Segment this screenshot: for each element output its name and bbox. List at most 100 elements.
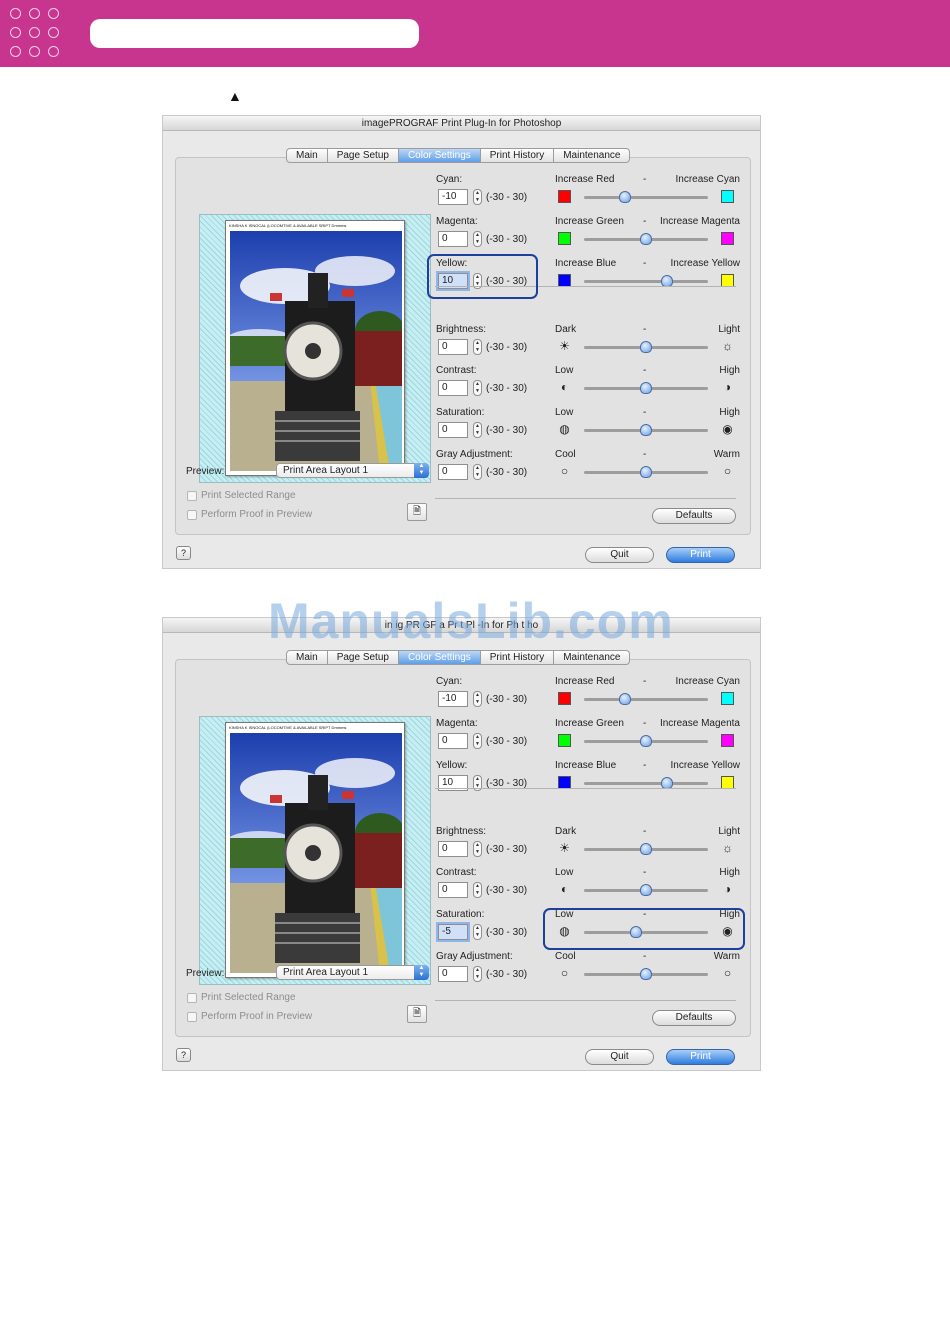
brightness-slider-knob[interactable] (640, 341, 652, 353)
header-bar (0, 0, 950, 67)
low-contrast-icon: ◐ (560, 380, 569, 394)
tab-main[interactable]: Main (286, 148, 328, 163)
cool-icon: ○ (560, 464, 569, 478)
perform-proof-checkbox[interactable] (187, 510, 197, 520)
tab-print-history[interactable]: Print History (480, 650, 555, 665)
cyan-slider-knob[interactable] (619, 693, 632, 705)
saturation-slider-knob[interactable] (640, 424, 652, 436)
triangle-marker-icon: ▲ (228, 88, 242, 104)
separator (435, 498, 736, 499)
cyan-slider-track[interactable] (584, 196, 708, 199)
magenta-slider-knob[interactable] (640, 233, 652, 245)
magenta-slider-knob[interactable] (640, 735, 652, 747)
tab-maintenance[interactable]: Maintenance (554, 650, 631, 665)
saturation-highlight-box (543, 908, 745, 950)
tab-bar: Main Page Setup Color Settings Print Histor… (286, 148, 631, 163)
preview-select[interactable]: Print Area Layout 1 ▲ ▼ (276, 463, 429, 478)
tab-color-settings[interactable]: Color Settings (398, 650, 481, 665)
defaults-button[interactable]: Defaults (652, 508, 736, 524)
help-icon[interactable]: ? (176, 1048, 191, 1062)
help-icon[interactable]: ? (176, 546, 191, 560)
center-mark: - (643, 449, 647, 460)
magenta-stepper[interactable]: ▲ ▼ (473, 231, 482, 247)
tab-main[interactable]: Main (286, 650, 328, 665)
cyan-stepper[interactable]: ▲ ▼ (473, 691, 482, 707)
quit-button[interactable]: Quit (585, 547, 654, 563)
contrast-stepper[interactable]: ▲ ▼ (473, 380, 482, 396)
cyan-field[interactable]: -10 (438, 691, 468, 707)
contrast-field[interactable]: 0 (438, 380, 468, 396)
saturation-stepper[interactable]: ▲ ▼ (473, 924, 482, 940)
yellow-right-label: Increase Yellow (670, 760, 741, 771)
cyan-slider-track[interactable] (584, 698, 708, 701)
cyan-slider-knob[interactable] (619, 191, 632, 203)
saturation-label: Saturation: (436, 407, 485, 418)
contrast-left-label: Low (555, 867, 574, 878)
brightness-label: Brightness: (436, 324, 487, 335)
perform-proof-label: Perform Proof in Preview (201, 1011, 313, 1022)
center-mark: - (643, 760, 647, 771)
saturation-field[interactable]: 0 (438, 422, 468, 438)
gray-adjustment-field[interactable]: 0 (438, 464, 468, 480)
tab-page-setup[interactable]: Page Setup (327, 650, 399, 665)
cyan-label: Cyan: (436, 174, 463, 185)
contrast-slider-knob[interactable] (640, 382, 652, 394)
saturation-label: Saturation: (436, 909, 485, 920)
locomotive-photo (230, 231, 402, 471)
light-sun-icon: ☼ (722, 339, 733, 353)
low-saturation-icon: ◍ (559, 422, 570, 436)
gray-adjustment-slider-knob[interactable] (640, 466, 652, 478)
proof-settings-button[interactable]: 🗎 (407, 503, 427, 521)
tab-color-settings[interactable]: Color Settings (398, 148, 481, 163)
saturation-stepper[interactable]: ▲ ▼ (473, 422, 482, 438)
gray-adjustment-field[interactable]: 0 (438, 966, 468, 982)
brightness-stepper[interactable]: ▲ ▼ (473, 339, 482, 355)
brightness-slider-knob[interactable] (640, 843, 652, 855)
yellow-label: Yellow: (436, 760, 468, 771)
red-swatch (558, 190, 571, 203)
brightness-field[interactable]: 0 (438, 339, 468, 355)
settings-panel: KINSHA K ISNOCAL (LOCOMTIVE & AVAILABLE … (175, 659, 751, 1037)
magenta-field[interactable]: 0 (438, 231, 468, 247)
gray-adjustment-stepper[interactable]: ▲ ▼ (473, 464, 482, 480)
tab-maintenance[interactable]: Maintenance (554, 148, 631, 163)
perform-proof-checkbox[interactable] (187, 1012, 197, 1022)
select-arrows-icon: ▲ ▼ (414, 965, 429, 980)
brightness-right-label: Light (718, 826, 740, 837)
brightness-left-label: Dark (555, 324, 577, 335)
print-selected-range-checkbox[interactable] (187, 491, 197, 501)
contrast-slider-knob[interactable] (640, 884, 652, 896)
saturation-field[interactable]: -5 (438, 924, 468, 940)
preview-paper: KINSHA K ISNOCAL (LOCOMTIVE & AVAILABLE … (225, 220, 405, 476)
tab-page-setup[interactable]: Page Setup (327, 148, 399, 163)
range-text: (-30 - 30) (486, 844, 528, 855)
gray-adjustment-stepper[interactable]: ▲ ▼ (473, 966, 482, 982)
cyan-stepper[interactable]: ▲ ▼ (473, 189, 482, 205)
magenta-stepper[interactable]: ▲ ▼ (473, 733, 482, 749)
print-button[interactable]: Print (666, 1049, 735, 1065)
brightness-field[interactable]: 0 (438, 841, 468, 857)
cyan-field[interactable]: -10 (438, 189, 468, 205)
defaults-button[interactable]: Defaults (652, 1010, 736, 1026)
proof-settings-button[interactable]: 🗎 (407, 1005, 427, 1023)
gray-adjustment-label: Gray Adjustment: (436, 951, 513, 962)
dark-sun-icon: ☀ (559, 841, 570, 855)
contrast-field[interactable]: 0 (438, 882, 468, 898)
contrast-right-label: High (719, 867, 740, 878)
contrast-stepper[interactable]: ▲ ▼ (473, 882, 482, 898)
magenta-field[interactable]: 0 (438, 733, 468, 749)
gray-adjustment-slider-knob[interactable] (640, 968, 652, 980)
range-text: (-30 - 30) (486, 342, 528, 353)
light-sun-icon: ☼ (722, 841, 733, 855)
yellow-slider-track[interactable] (584, 280, 708, 283)
print-selected-range-checkbox[interactable] (187, 993, 197, 1003)
center-mark: - (643, 216, 647, 227)
print-button[interactable]: Print (666, 547, 735, 563)
quit-button[interactable]: Quit (585, 1049, 654, 1065)
yellow-slider-track[interactable] (584, 782, 708, 785)
brightness-stepper[interactable]: ▲ ▼ (473, 841, 482, 857)
warm-icon: ○ (723, 464, 732, 478)
preview-select[interactable]: Print Area Layout 1 ▲ ▼ (276, 965, 429, 980)
tab-print-history[interactable]: Print History (480, 148, 555, 163)
center-mark: - (643, 365, 647, 376)
